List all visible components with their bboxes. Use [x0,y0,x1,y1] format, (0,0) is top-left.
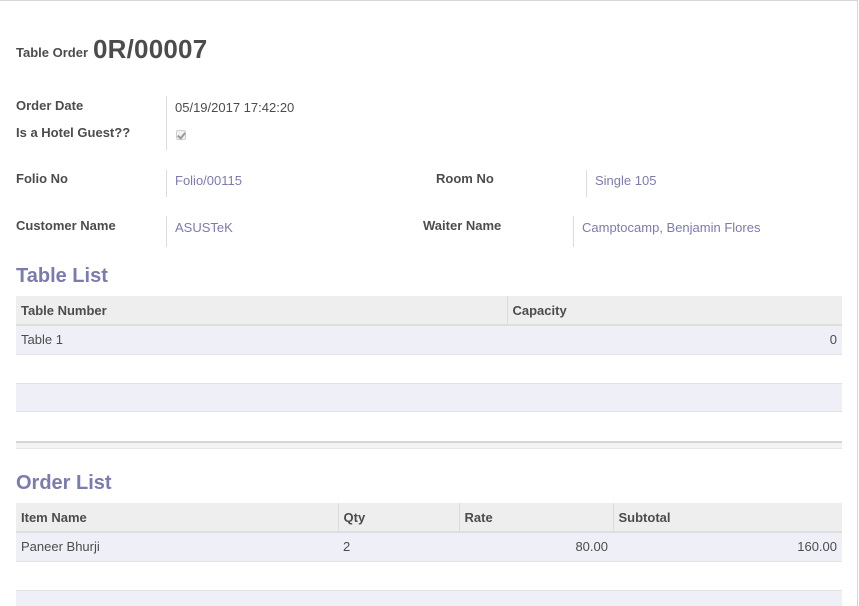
order-list-grid: Item Name Qty Rate Subtotal Paneer Bhurj… [16,503,842,562]
table-list-header: Table Number Capacity [16,296,842,326]
folio-label: Folio No [16,171,68,186]
column-header-qty[interactable]: Qty [338,503,460,533]
column-header-subtotal[interactable]: Subtotal [613,503,842,533]
table-list-footer [16,441,842,449]
table-row[interactable]: Paneer Bhurji 2 80.00 160.00 [16,532,842,562]
customer-label: Customer Name [16,218,116,233]
subtotal-cell[interactable]: 160.00 [613,532,842,562]
table-row[interactable]: Table 1 0 [16,325,842,355]
hotel-guest-checkbox[interactable] [176,130,186,140]
customer-link[interactable]: ASUSTeK [175,220,233,235]
field-separator [166,170,167,197]
capacity-cell[interactable]: 0 [507,325,842,355]
table-list-grid: Table Number Capacity Table 1 0 [16,296,842,355]
order-list-title: Order List [16,472,112,494]
empty-row [16,590,842,606]
column-header-item-name[interactable]: Item Name [16,503,339,533]
column-header-rate[interactable]: Rate [459,503,614,533]
folio-link[interactable]: Folio/00115 [175,173,242,188]
room-label: Room No [436,171,494,186]
table-list-title: Table List [16,265,108,287]
field-separator [166,96,167,150]
hotel-guest-label: Is a Hotel Guest?? [16,125,131,140]
empty-row [16,383,842,412]
order-reference: 0R/00007 [93,34,208,64]
room-link[interactable]: Single 105 [595,173,656,188]
item-name-cell[interactable]: Paneer Bhurji [16,532,338,562]
table-number-cell[interactable]: Table 1 [16,325,507,355]
order-date-value[interactable]: 05/19/2017 17:42:20 [175,100,294,115]
rate-cell[interactable]: 80.00 [459,532,613,562]
order-date-label: Order Date [16,98,84,113]
field-separator [586,170,587,197]
waiter-link[interactable]: Camptocamp, Benjamin Flores [582,220,760,235]
order-list-header: Item Name Qty Rate Subtotal [16,503,842,533]
field-separator [166,216,167,247]
field-separator [573,216,574,247]
column-header-capacity[interactable]: Capacity [507,296,842,326]
qty-cell[interactable]: 2 [338,532,459,562]
waiter-label: Waiter Name [423,218,502,233]
title-label: Table Order [16,45,89,60]
column-header-table-number[interactable]: Table Number [16,296,508,326]
